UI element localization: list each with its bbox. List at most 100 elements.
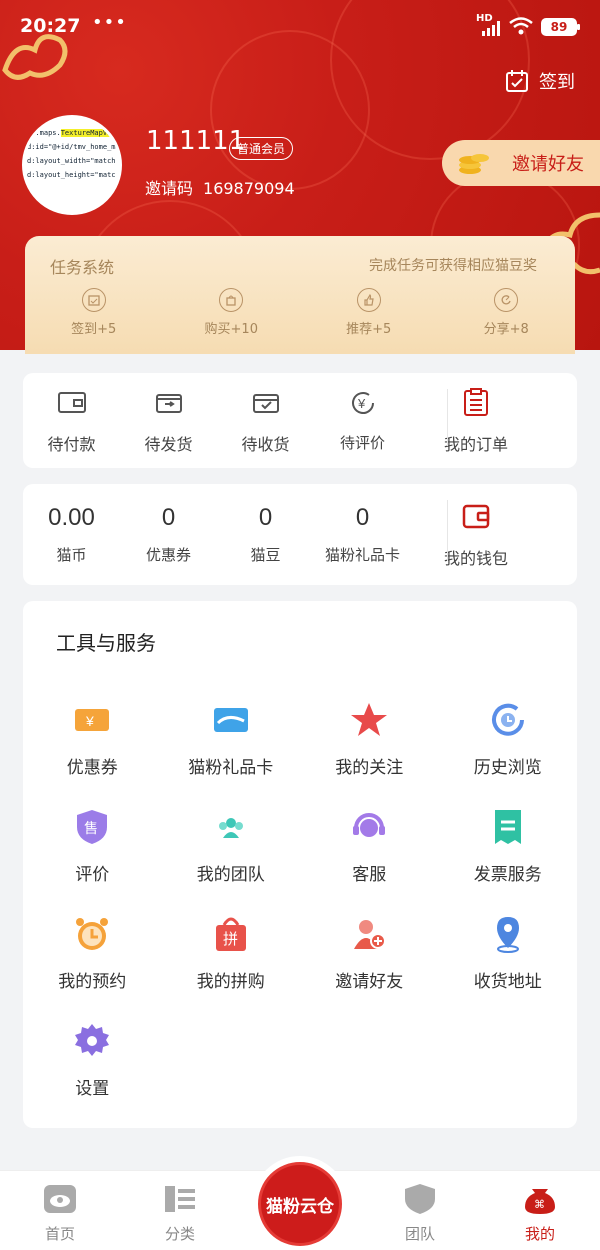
wallet-item-coupons[interactable]: 0 优惠券: [120, 504, 217, 565]
member-badge: 普通会员: [229, 137, 294, 160]
status-bar: 20:27 ••• HD 89: [0, 0, 600, 56]
signal-icon: [482, 21, 500, 36]
tab-category[interactable]: 分类: [120, 1171, 240, 1250]
task-title: 任务系统: [50, 258, 115, 277]
wallet-label: 猫币: [56, 546, 87, 564]
calendar-icon: [81, 288, 106, 312]
tool-settings[interactable]: 设置: [23, 1022, 162, 1099]
tab-label: 团队: [404, 1225, 435, 1243]
wallet-item-coins[interactable]: 0.00 猫币: [23, 504, 120, 565]
history-icon: [491, 703, 524, 736]
wifi-icon: [509, 17, 533, 35]
avatar[interactable]: pi.maps.TextureMapVi d:id="@+id/tmv_home_…: [22, 115, 122, 215]
tool-gift-card[interactable]: 猫粉礼品卡: [162, 701, 301, 778]
home-icon: [44, 1185, 76, 1213]
tab-mine[interactable]: ⌘ 我的: [480, 1171, 600, 1250]
wallet-red-icon: [462, 504, 490, 528]
my-wallet-button[interactable]: 我的钱包: [411, 501, 541, 569]
status-dots: •••: [92, 12, 127, 33]
tool-label: 设置: [75, 1079, 110, 1099]
signin-button[interactable]: 签到: [505, 68, 575, 94]
tool-label: 发票服务: [473, 865, 542, 885]
tab-team[interactable]: 团队: [360, 1171, 480, 1250]
wallet-item-beans[interactable]: 0 猫豆: [217, 504, 314, 565]
wallet-card: 0.00 猫币 0 优惠券 0 猫豆 0 猫粉礼品卡 我的钱包: [23, 484, 577, 585]
alarm-icon: [76, 918, 109, 950]
order-pending-review[interactable]: ¥ 待评价: [314, 388, 411, 453]
gift-card-icon: [213, 708, 248, 732]
coupon-icon: ¥: [75, 709, 110, 731]
task-item-signin[interactable]: 签到+5: [25, 288, 163, 337]
task-item-share[interactable]: 分享+8: [438, 288, 576, 337]
tool-label: 收货地址: [473, 972, 542, 992]
headset-icon: [353, 813, 386, 837]
tab-label: 分类: [164, 1225, 195, 1243]
wallet-label: 优惠券: [145, 546, 191, 564]
location-icon: [496, 917, 519, 953]
status-time: 20:27: [20, 15, 81, 37]
receive-icon: [252, 393, 279, 413]
task-label: 签到+5: [71, 322, 117, 337]
tab-label: 我的: [524, 1225, 555, 1243]
svg-text:⌘: ⌘: [534, 1198, 545, 1211]
sale-shield-icon: 售: [77, 810, 108, 844]
tool-label: 评价: [75, 865, 110, 885]
order-pending-shipment[interactable]: 待发货: [120, 387, 217, 455]
tool-label: 我的预约: [58, 972, 127, 992]
divider: [447, 500, 448, 561]
wallet-value: 0: [355, 504, 370, 531]
tool-invite-friend[interactable]: 邀请好友: [300, 915, 439, 992]
thumb-icon: [356, 288, 381, 312]
tool-label: 猫粉礼品卡: [188, 758, 274, 778]
my-wallet-label: 我的钱包: [443, 548, 508, 568]
tab-home[interactable]: 首页: [0, 1171, 120, 1250]
coins-icon: [459, 154, 489, 174]
tool-address[interactable]: 收货地址: [439, 915, 578, 992]
task-label: 推荐+5: [346, 322, 392, 337]
center-warehouse-button[interactable]: 猫粉云仓: [252, 1156, 348, 1250]
task-panel: 任务系统 完成任务可获得相应猫豆奖 签到+5 购买+10 推荐+5 分享+8: [25, 236, 575, 354]
task-item-buy[interactable]: 购买+10: [163, 288, 301, 337]
tool-label: 我的关注: [335, 758, 404, 778]
category-icon: [165, 1186, 195, 1212]
divider: [447, 389, 448, 446]
tool-label: 我的团队: [196, 865, 265, 885]
wallet-label: 猫粉礼品卡: [324, 546, 400, 564]
invite-code-label: 邀请码: [145, 179, 194, 198]
order-label: 待付款: [47, 434, 96, 454]
svg-text:售: 售: [84, 821, 98, 837]
tool-group-buy[interactable]: 拼 我的拼购: [162, 915, 301, 992]
tool-reservation[interactable]: 我的预约: [23, 915, 162, 992]
wallet-value: 0: [161, 504, 176, 531]
order-pending-receipt[interactable]: 待收货: [217, 387, 314, 455]
gear-icon: [75, 1024, 110, 1056]
order-pending-payment[interactable]: 待付款: [23, 387, 120, 455]
battery-icon: 89: [541, 18, 580, 36]
tool-review[interactable]: 售 评价: [23, 808, 162, 885]
tool-favorites[interactable]: 我的关注: [300, 701, 439, 778]
invite-friends-label: 邀请好友: [512, 154, 584, 175]
tool-history[interactable]: 历史浏览: [439, 701, 578, 778]
wallet-value: 0: [258, 504, 273, 531]
tool-label: 历史浏览: [473, 758, 542, 778]
task-item-recommend[interactable]: 推荐+5: [300, 288, 438, 337]
invite-friends-button[interactable]: 邀请好友: [442, 140, 600, 186]
wallet-item-gift-card[interactable]: 0 猫粉礼品卡: [314, 504, 411, 565]
invite-friend-icon: [354, 920, 387, 949]
tools-title: 工具与服务: [56, 631, 156, 655]
team-icon: [218, 818, 243, 838]
review-icon: ¥: [351, 392, 374, 414]
tool-invoice[interactable]: 发票服务: [439, 808, 578, 885]
my-orders-label: 我的订单: [443, 434, 508, 454]
box-icon: [155, 393, 182, 413]
star-icon: [351, 703, 388, 736]
wallet-label: 猫豆: [250, 546, 281, 564]
tool-customer-service[interactable]: 客服: [300, 808, 439, 885]
my-orders-button[interactable]: 我的订单: [411, 387, 541, 455]
invoice-icon: [494, 810, 521, 844]
task-hint: 完成任务可获得相应猫豆奖: [369, 258, 537, 274]
tool-team[interactable]: 我的团队: [162, 808, 301, 885]
tool-label: 优惠券: [66, 758, 118, 778]
tool-coupon[interactable]: ¥ 优惠券: [23, 701, 162, 778]
team-shield-icon: [405, 1184, 435, 1214]
